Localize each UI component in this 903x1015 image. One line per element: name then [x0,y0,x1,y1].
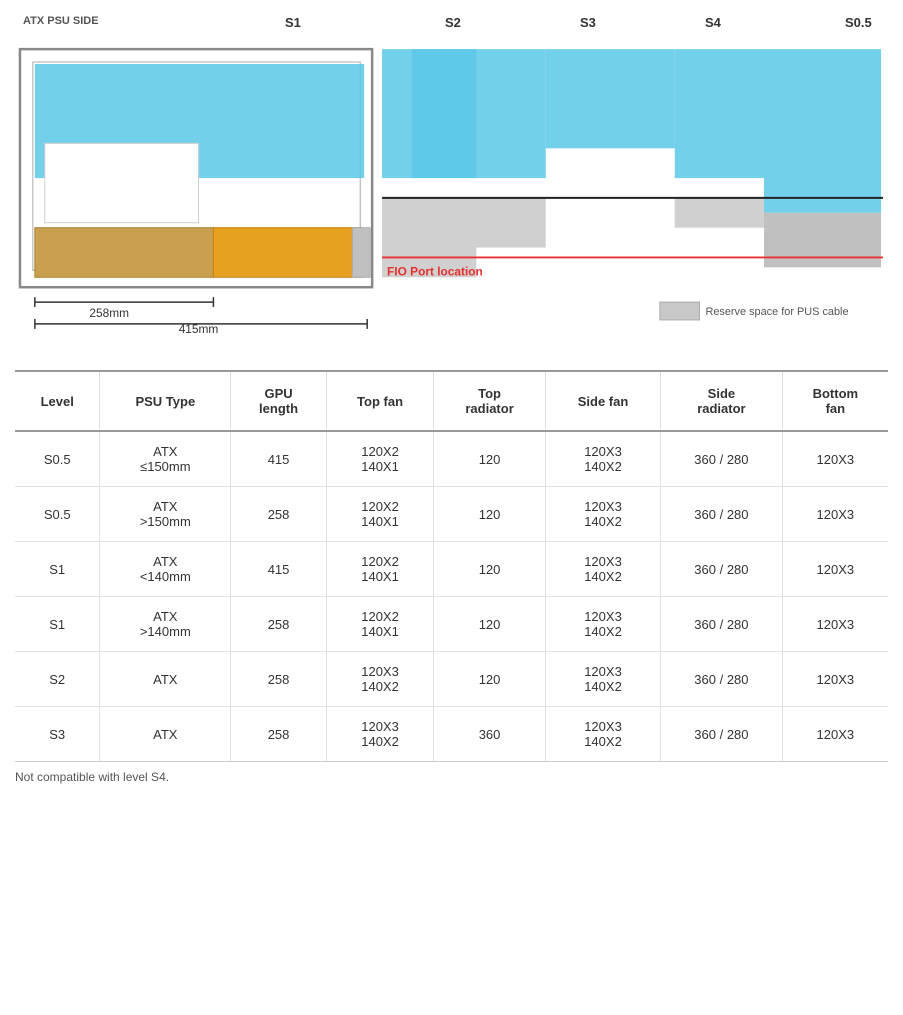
table-note: Not compatible with level S4. [15,770,888,784]
table-cell-1-1: ATX>150mm [100,487,231,542]
table-cell-2-3: 120X2140X1 [326,542,433,597]
table-cell-1-2: 258 [231,487,327,542]
table-cell-4-1: ATX [100,652,231,707]
label-s3: S3 [580,15,596,30]
col-header-psu-type: PSU Type [100,371,231,431]
table-cell-4-4: 120 [434,652,546,707]
table-cell-4-7: 120X3 [782,652,888,707]
table-cell-2-1: ATX<140mm [100,542,231,597]
table-cell-4-0: S2 [15,652,100,707]
table-cell-0-7: 120X3 [782,431,888,487]
table-cell-2-2: 415 [231,542,327,597]
label-s4: S4 [705,15,721,30]
table-cell-3-7: 120X3 [782,597,888,652]
table-cell-2-5: 120X3140X2 [545,542,660,597]
table-cell-0-6: 360 / 280 [661,431,783,487]
table-cell-2-0: S1 [15,542,100,597]
svg-text:FIO Port location: FIO Port location [387,264,483,278]
table-cell-0-1: ATX≤150mm [100,431,231,487]
table-cell-4-3: 120X3140X2 [326,652,433,707]
table-row: S3ATX258120X3140X2360120X3140X2360 / 280… [15,707,888,762]
table-cell-5-4: 360 [434,707,546,762]
svg-text:415mm: 415mm [179,322,219,336]
table-cell-3-3: 120X2140X1 [326,597,433,652]
table-cell-5-2: 258 [231,707,327,762]
col-header-top-radiator: Topradiator [434,371,546,431]
table-cell-5-3: 120X3140X2 [326,707,433,762]
table-cell-3-0: S1 [15,597,100,652]
col-header-side-fan: Side fan [545,371,660,431]
table-cell-4-2: 258 [231,652,327,707]
col-header-bottom-fan: Bottomfan [782,371,888,431]
table-cell-1-7: 120X3 [782,487,888,542]
table-header-row: Level PSU Type GPUlength Top fan Topradi… [15,371,888,431]
compatibility-table: Level PSU Type GPUlength Top fan Topradi… [15,370,888,762]
table-cell-3-4: 120 [434,597,546,652]
table-cell-2-4: 120 [434,542,546,597]
table-cell-1-6: 360 / 280 [661,487,783,542]
table-cell-0-4: 120 [434,431,546,487]
table-cell-3-5: 120X3140X2 [545,597,660,652]
label-s1: S1 [285,15,301,30]
table-cell-5-6: 360 / 280 [661,707,783,762]
label-s2: S2 [445,15,461,30]
col-header-gpu-length: GPUlength [231,371,327,431]
table-section: Level PSU Type GPUlength Top fan Topradi… [15,370,888,784]
label-atx-psu: ATX PSU SIDE [23,15,99,27]
table-cell-3-2: 258 [231,597,327,652]
table-cell-1-0: S0.5 [15,487,100,542]
table-cell-1-5: 120X3140X2 [545,487,660,542]
diagram-svg: 258mm 415mm FIO Port location Res [15,38,888,338]
table-row: S0.5ATX>150mm258120X2140X1120120X3140X23… [15,487,888,542]
table-cell-2-7: 120X3 [782,542,888,597]
table-cell-5-0: S3 [15,707,100,762]
table-row: S0.5ATX≤150mm415120X2140X1120120X3140X23… [15,431,888,487]
table-row: S1ATX>140mm258120X2140X1120120X3140X2360… [15,597,888,652]
table-row: S1ATX<140mm415120X2140X1120120X3140X2360… [15,542,888,597]
table-cell-5-7: 120X3 [782,707,888,762]
table-cell-5-1: ATX [100,707,231,762]
diagram-section: ATX PSU SIDE S1 S2 S3 S4 S0.5 258mm 415m… [15,10,888,350]
table-cell-1-3: 120X2140X1 [326,487,433,542]
col-header-level: Level [15,371,100,431]
table-cell-0-2: 415 [231,431,327,487]
table-cell-0-5: 120X3140X2 [545,431,660,487]
table-cell-1-4: 120 [434,487,546,542]
table-cell-5-5: 120X3140X2 [545,707,660,762]
table-cell-4-6: 360 / 280 [661,652,783,707]
svg-text:Reserve space for PUS cable: Reserve space for PUS cable [705,306,848,318]
label-s05: S0.5 [845,15,872,30]
table-cell-0-0: S0.5 [15,431,100,487]
col-header-side-radiator: Sideradiator [661,371,783,431]
col-header-top-fan: Top fan [326,371,433,431]
svg-text:258mm: 258mm [89,306,129,320]
table-cell-3-1: ATX>140mm [100,597,231,652]
table-cell-0-3: 120X2140X1 [326,431,433,487]
table-row: S2ATX258120X3140X2120120X3140X2360 / 280… [15,652,888,707]
table-cell-4-5: 120X3140X2 [545,652,660,707]
table-cell-2-6: 360 / 280 [661,542,783,597]
table-cell-3-6: 360 / 280 [661,597,783,652]
